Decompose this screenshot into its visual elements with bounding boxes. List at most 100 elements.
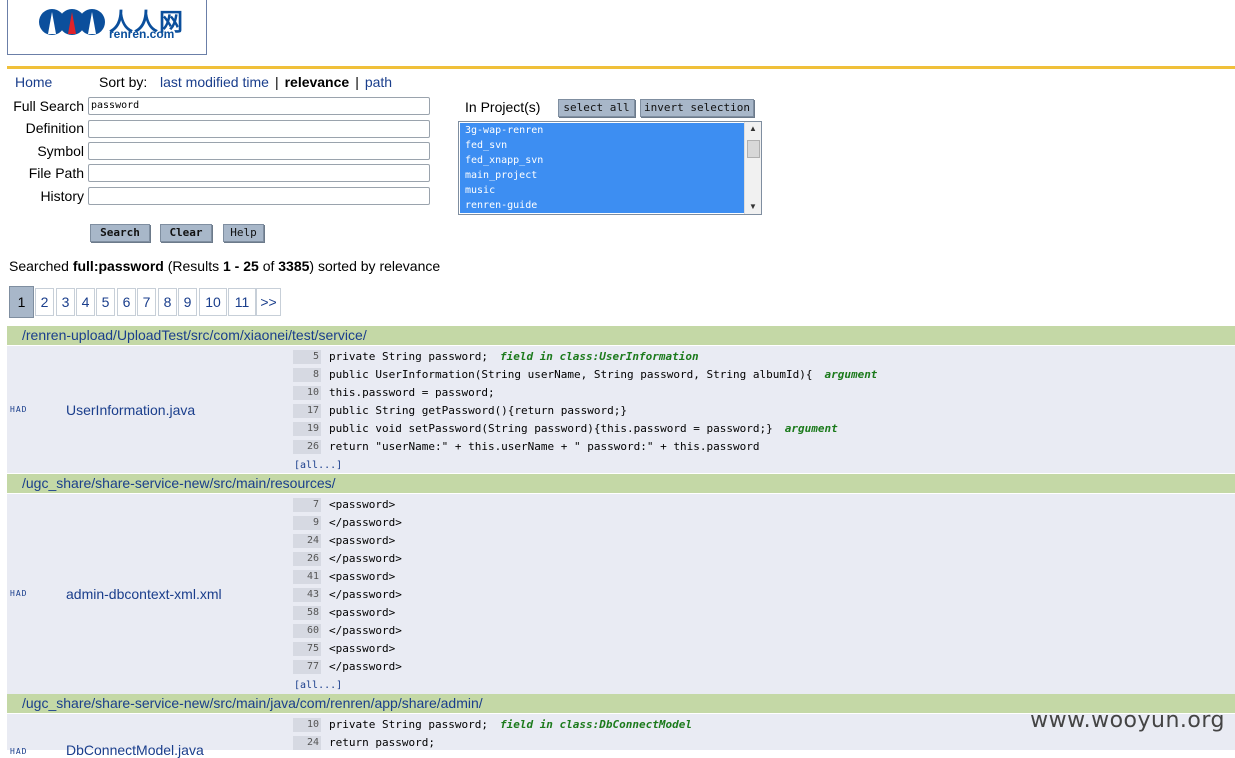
line-number[interactable]: 19	[293, 422, 321, 436]
scroll-up-icon[interactable]: ▲	[745, 122, 761, 136]
search-button[interactable]: Search	[90, 224, 150, 242]
header: 人人网 renren.com	[0, 0, 1235, 70]
result-directory-link[interactable]: /ugc_share/share-service-new/src/main/ja…	[22, 694, 483, 713]
line-number[interactable]: 60	[293, 624, 321, 638]
history-input[interactable]	[88, 187, 430, 205]
page-link[interactable]: 3	[56, 288, 75, 316]
help-button[interactable]: Help	[223, 224, 264, 242]
home-link[interactable]: Home	[15, 74, 52, 90]
project-list-scrollbar[interactable]: ▲ ▼	[744, 122, 761, 214]
line-number[interactable]: 58	[293, 606, 321, 620]
sort-options: last modified time | relevance | path	[160, 74, 392, 90]
result-directory-link[interactable]: /renren-upload/UploadTest/src/com/xiaone…	[22, 326, 367, 345]
line-number[interactable]: 5	[293, 350, 321, 364]
summary-range: 1 - 25	[222, 258, 259, 274]
result-file-link[interactable]: DbConnectModel.java	[66, 742, 204, 758]
sort-path-link[interactable]: path	[365, 74, 392, 90]
line-code[interactable]: return password;	[329, 735, 435, 751]
symbol-row: Symbol	[0, 142, 430, 160]
all-matches-link[interactable]: [all...]	[294, 680, 342, 691]
file-path-input[interactable]	[88, 164, 430, 182]
result-directory[interactable]: /ugc_share/share-service-new/src/main/re…	[7, 474, 1235, 493]
page-link[interactable]: 9	[178, 288, 197, 316]
project-option[interactable]: 3g-wap-renren	[460, 123, 744, 138]
page-link[interactable]: 4	[76, 288, 95, 316]
file-path-label: File Path	[28, 165, 84, 181]
result-file-link[interactable]: UserInformation.java	[66, 402, 195, 418]
clear-button[interactable]: Clear	[160, 224, 212, 242]
page-link[interactable]: 6	[117, 288, 136, 316]
line-number[interactable]: 24	[293, 736, 321, 750]
sort-relevance-active[interactable]: relevance	[285, 74, 350, 90]
summary-total: 3385	[278, 258, 310, 274]
line-code[interactable]: <password>	[329, 533, 395, 549]
project-select-list[interactable]: 3g-wap-renren fed_svn fed_xnapp_svn main…	[458, 121, 762, 215]
had-links[interactable]: HAD	[10, 405, 27, 414]
page-link[interactable]: 10	[199, 288, 227, 316]
sort-last-modified-link[interactable]: last modified time	[160, 74, 269, 90]
result-file-link[interactable]: admin-dbcontext-xml.xml	[66, 586, 222, 602]
line-code[interactable]: </password>	[329, 623, 402, 639]
line-number[interactable]: 41	[293, 570, 321, 584]
line-code[interactable]: private String password; field in class:D…	[329, 717, 692, 733]
line-code[interactable]: public void setPassword(String password)…	[329, 421, 838, 437]
line-code[interactable]: this.password = password;	[329, 385, 495, 401]
line-code[interactable]: </password>	[329, 515, 402, 531]
line-number[interactable]: 10	[293, 718, 321, 732]
line-number[interactable]: 26	[293, 440, 321, 454]
line-number[interactable]: 24	[293, 534, 321, 548]
line-code[interactable]: public String getPassword(){return passw…	[329, 403, 627, 419]
project-option[interactable]: main_project	[460, 168, 744, 183]
project-items: 3g-wap-renren fed_svn fed_xnapp_svn main…	[460, 123, 744, 213]
line-code[interactable]: <password>	[329, 497, 395, 513]
line-code[interactable]: <password>	[329, 605, 395, 621]
result-directory-link[interactable]: /ugc_share/share-service-new/src/main/re…	[22, 474, 336, 493]
definition-row: Definition	[0, 120, 430, 138]
line-code[interactable]: </password>	[329, 659, 402, 675]
summary-query: full:password	[72, 258, 164, 274]
project-option[interactable]: renren-guide	[460, 198, 744, 213]
project-option[interactable]: music	[460, 183, 744, 198]
page-link[interactable]: 5	[96, 288, 115, 316]
line-code[interactable]: public UserInformation(String userName, …	[329, 367, 877, 383]
page-current[interactable]: 1	[9, 286, 34, 318]
line-code[interactable]: </password>	[329, 551, 402, 567]
invert-selection-button[interactable]: invert selection	[640, 99, 754, 117]
line-code[interactable]: return "userName:" + this.userName + " p…	[329, 439, 759, 455]
project-option[interactable]: fed_svn	[460, 138, 744, 153]
select-all-button[interactable]: select all	[558, 99, 635, 117]
line-number[interactable]: 77	[293, 660, 321, 674]
line-number[interactable]: 7	[293, 498, 321, 512]
line-code[interactable]: private String password; field in class:U…	[329, 349, 699, 365]
summary-results-label: (Results	[167, 258, 220, 274]
line-number[interactable]: 17	[293, 404, 321, 418]
had-links[interactable]: HAD	[10, 747, 27, 756]
line-number[interactable]: 8	[293, 368, 321, 382]
line-code[interactable]: <password>	[329, 569, 395, 585]
line-code[interactable]: <password>	[329, 641, 395, 657]
page-next-link[interactable]: >>	[256, 288, 281, 316]
line-number[interactable]: 9	[293, 516, 321, 530]
line-code[interactable]: </password>	[329, 587, 402, 603]
line-number[interactable]: 75	[293, 642, 321, 656]
page-link[interactable]: 2	[35, 288, 54, 316]
line-number[interactable]: 43	[293, 588, 321, 602]
result-file: HAD UserInformation.java 5 private Strin…	[7, 346, 1235, 473]
project-option[interactable]: fed_xnapp_svn	[460, 153, 744, 168]
full-search-input[interactable]: password	[88, 97, 430, 115]
result-directory[interactable]: /renren-upload/UploadTest/src/com/xiaone…	[7, 326, 1235, 345]
line-number[interactable]: 10	[293, 386, 321, 400]
symbol-input[interactable]	[88, 142, 430, 160]
definition-input[interactable]	[88, 120, 430, 138]
had-links[interactable]: HAD	[10, 589, 27, 598]
scroll-thumb[interactable]	[747, 140, 760, 158]
page-link[interactable]: 11	[228, 288, 256, 316]
symbol-hint: field in class:DbConnectModel	[499, 718, 693, 731]
page-link[interactable]: 7	[137, 288, 156, 316]
logo[interactable]: 人人网 renren.com	[7, 0, 207, 55]
page-link[interactable]: 8	[158, 288, 177, 316]
projects-label: In Project(s)	[465, 99, 541, 115]
scroll-down-icon[interactable]: ▼	[745, 200, 761, 214]
all-matches-link[interactable]: [all...]	[294, 460, 342, 471]
line-number[interactable]: 26	[293, 552, 321, 566]
